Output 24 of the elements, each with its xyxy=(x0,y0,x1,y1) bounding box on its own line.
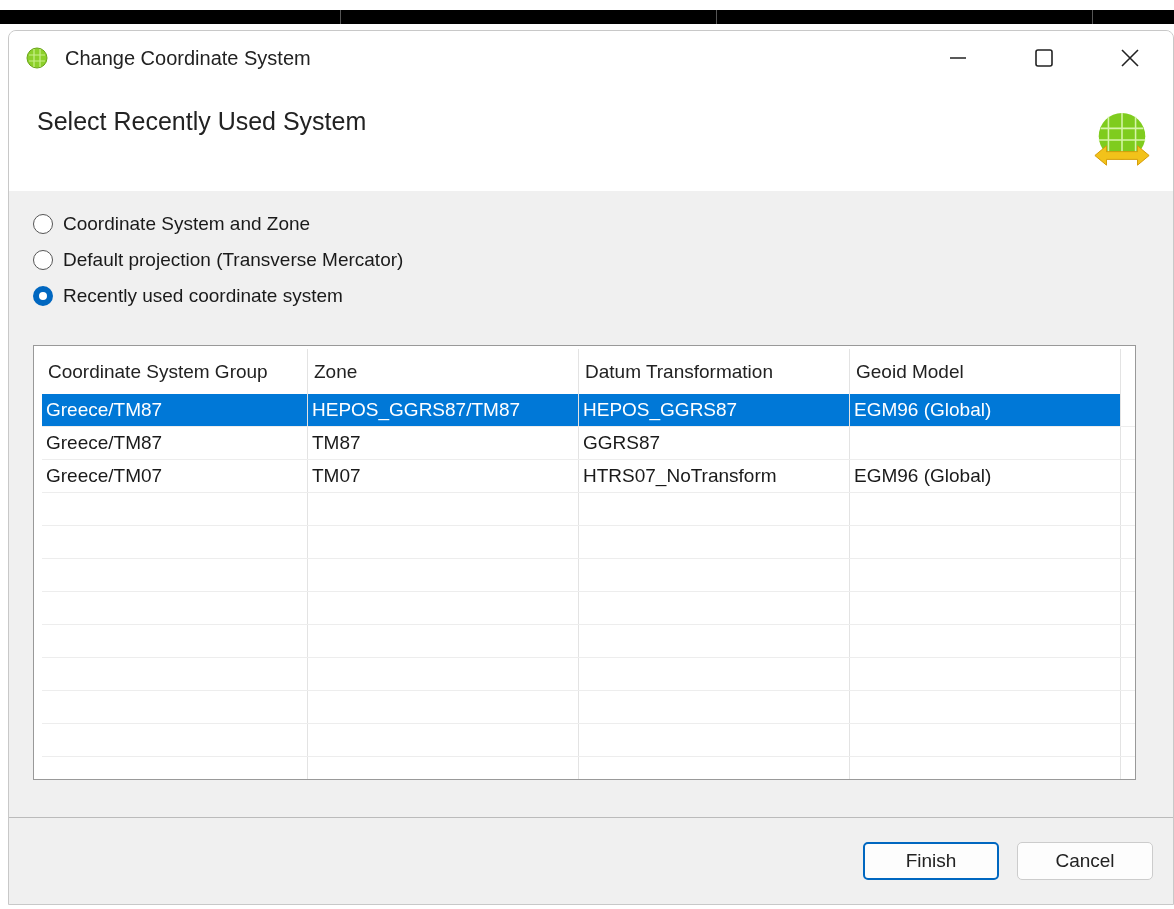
window-title: Change Coordinate System xyxy=(65,46,311,70)
table-row[interactable]: Greece/TM07 TM07 HTRS07_NoTransform EGM96 (Global) xyxy=(42,460,1135,493)
cancel-button[interactable]: Cancel xyxy=(1017,842,1153,880)
globe-icon xyxy=(25,46,49,70)
table-cell: TM07 xyxy=(308,460,579,492)
table-cell: HEPOS_GGRS87 xyxy=(579,394,850,426)
table-cell: EGM96 (Global) xyxy=(850,394,1121,426)
table-cell: HTRS07_NoTransform xyxy=(579,460,850,492)
table-row[interactable]: Greece/TM87 TM87 GGRS87 xyxy=(42,427,1135,460)
table-cell: HEPOS_GGRS87/TM87 xyxy=(308,394,579,426)
radio-button[interactable] xyxy=(33,250,53,270)
table-cell: TM87 xyxy=(308,427,579,459)
radio-button[interactable] xyxy=(33,286,53,306)
table-row[interactable]: Greece/TM87 HEPOS_GGRS87/TM87 HEPOS_GGRS87 EGM96 (Global) xyxy=(42,394,1135,427)
maximize-icon[interactable] xyxy=(1034,48,1054,68)
page-heading: Select Recently Used System xyxy=(37,107,367,136)
table-cell: Greece/TM87 xyxy=(42,394,308,426)
table-cell: Greece/TM87 xyxy=(42,427,308,459)
table-cell: Greece/TM07 xyxy=(42,460,308,492)
table-cell: GGRS87 xyxy=(579,427,850,459)
table-cell: EGM96 (Global) xyxy=(850,460,1121,492)
radio-button[interactable] xyxy=(33,214,53,234)
close-icon[interactable] xyxy=(1120,48,1140,68)
finish-button[interactable]: Finish xyxy=(863,842,999,880)
